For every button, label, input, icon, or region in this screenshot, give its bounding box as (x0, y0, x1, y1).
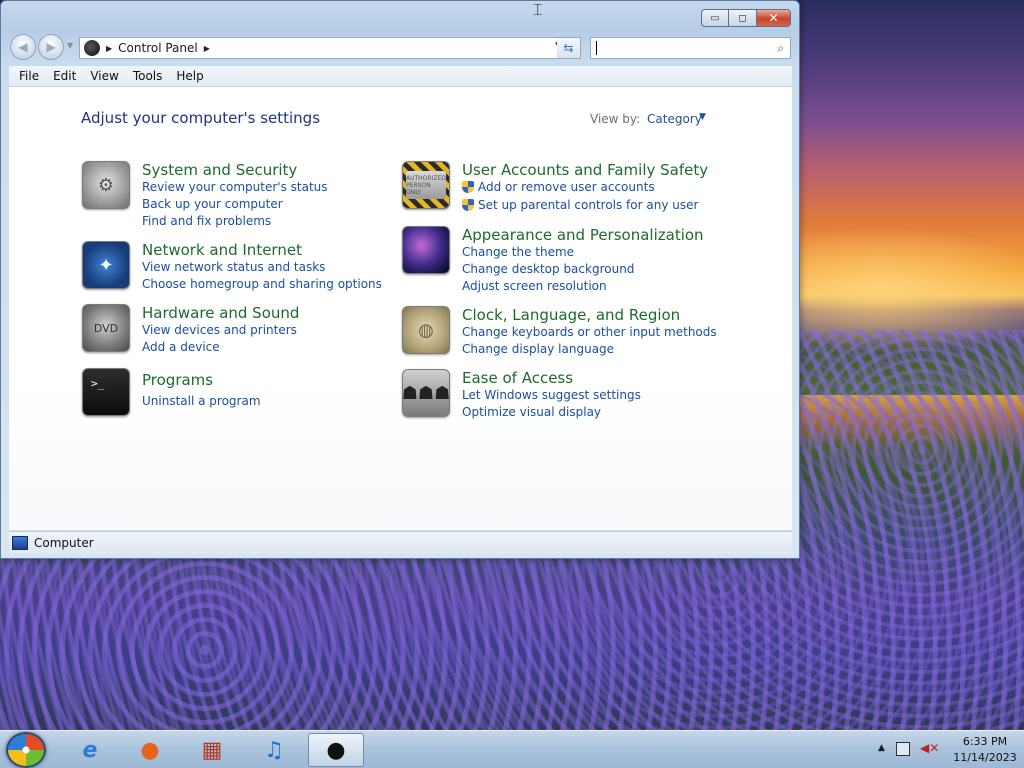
category-title[interactable]: Clock, Language, and Region (462, 306, 680, 324)
breadcrumb-arrow-icon[interactable]: ▶ (204, 44, 210, 53)
link-label: Set up parental controls for any user (478, 198, 699, 212)
window-controls: ▭ ◻ ✕ (701, 9, 791, 27)
link-screen-resolution[interactable]: Adjust screen resolution (462, 279, 607, 293)
breadcrumb-arrow-icon[interactable]: ▶ (106, 44, 112, 53)
view-by-dropdown[interactable]: Category (647, 112, 702, 126)
music-icon[interactable]: ♫ (246, 733, 302, 767)
link-change-theme[interactable]: Change the theme (462, 245, 574, 259)
menu-edit[interactable]: Edit (53, 69, 76, 83)
id-card-icon[interactable]: AUTHORIZED PERSON ONLY (402, 161, 450, 209)
control-panel-window: ▭ ◻ ✕ ◀ ▶ ▼ ▶ Control Panel ▶ ▼ ⇆ ⌕ File… (0, 0, 800, 559)
link-keyboards[interactable]: Change keyboards or other input methods (462, 325, 717, 339)
control-panel-icon (84, 40, 100, 56)
network-icon[interactable] (896, 742, 910, 756)
link-devices-printers[interactable]: View devices and printers (142, 323, 297, 337)
menu-bar: File Edit View Tools Help (9, 66, 792, 87)
category-title[interactable]: Ease of Access (462, 369, 573, 387)
taskbar: e ● ▦ ♫ ● ▲ ◀✕ 6:33 PM 11/14/2023 (0, 730, 1024, 768)
link-add-remove-users[interactable]: Add or remove user accounts (462, 180, 655, 194)
status-text: Computer (34, 536, 94, 550)
store-icon[interactable]: ▦ (184, 733, 240, 767)
menu-tools[interactable]: Tools (133, 69, 163, 83)
recent-pages-dropdown-icon[interactable]: ▼ (67, 41, 73, 50)
wallpaper-icon[interactable] (402, 226, 450, 274)
search-input[interactable]: ⌕ (590, 37, 791, 59)
navigation-bar: ◀ ▶ ▼ ▶ Control Panel ▶ ▼ ⇆ ⌕ (10, 34, 791, 60)
category-title[interactable]: Appearance and Personalization (462, 226, 704, 244)
category-title[interactable]: System and Security (142, 161, 297, 179)
link-desktop-background[interactable]: Change desktop background (462, 262, 634, 276)
mouse-cursor-icon: ⌶ (533, 0, 543, 19)
link-label: Add or remove user accounts (478, 180, 655, 194)
link-review-status[interactable]: Review your computer's status (142, 180, 328, 194)
breadcrumb-control-panel[interactable]: Control Panel (118, 41, 198, 55)
link-uninstall[interactable]: Uninstall a program (142, 394, 261, 408)
category-title[interactable]: Network and Internet (142, 241, 302, 259)
search-icon[interactable]: ⌕ (777, 41, 784, 56)
dvd-icon[interactable]: DVD (82, 304, 130, 352)
control-panel-icon[interactable]: ● (308, 733, 364, 767)
internet-explorer-icon[interactable]: e (62, 733, 118, 767)
people-icon[interactable]: ☗☗☗ (402, 369, 450, 417)
firefox-icon[interactable]: ● (122, 733, 178, 767)
start-button[interactable] (6, 732, 46, 768)
clock-time[interactable]: 6:33 PM (950, 735, 1020, 748)
uac-shield-icon (462, 199, 474, 211)
computer-icon (12, 536, 28, 550)
vault-icon[interactable]: ⚙ (82, 161, 130, 209)
view-by-dropdown-icon[interactable]: ▼ (699, 112, 706, 122)
refresh-icon: ⇆ (563, 41, 574, 55)
forward-button[interactable]: ▶ (38, 34, 64, 60)
link-back-up[interactable]: Back up your computer (142, 197, 283, 211)
category-title[interactable]: User Accounts and Family Safety (462, 161, 708, 179)
menu-file[interactable]: File (19, 69, 39, 83)
back-button[interactable]: ◀ (10, 34, 36, 60)
forward-arrow-icon: ▶ (46, 40, 56, 54)
maximize-button[interactable]: ◻ (729, 9, 757, 27)
link-suggest-settings[interactable]: Let Windows suggest settings (462, 388, 641, 402)
menu-help[interactable]: Help (176, 69, 203, 83)
link-add-device[interactable]: Add a device (142, 340, 220, 354)
volume-muted-icon[interactable]: ◀✕ (920, 741, 939, 755)
category-title[interactable]: Hardware and Sound (142, 304, 299, 322)
control-panel-content: Adjust your computer's settings View by:… (9, 87, 792, 530)
clock-date[interactable]: 11/14/2023 (950, 751, 1020, 764)
menu-view[interactable]: View (90, 69, 118, 83)
category-title[interactable]: Programs (142, 371, 213, 389)
status-bar: Computer (9, 531, 792, 554)
link-network-status[interactable]: View network status and tasks (142, 260, 325, 274)
back-arrow-icon: ◀ (18, 40, 28, 54)
page-title: Adjust your computer's settings (81, 109, 321, 127)
view-by-label: View by: (590, 112, 641, 126)
show-hidden-icons-icon[interactable]: ▲ (878, 743, 885, 753)
uac-shield-icon (462, 181, 474, 193)
compass-icon[interactable]: ✦ (82, 241, 130, 289)
terminal-icon[interactable]: >_ (82, 368, 130, 416)
close-button[interactable]: ✕ (757, 9, 791, 27)
address-bar[interactable]: ▶ Control Panel ▶ ▼ (79, 37, 567, 59)
link-parental-controls[interactable]: Set up parental controls for any user (462, 198, 698, 212)
link-display-language[interactable]: Change display language (462, 342, 614, 356)
link-homegroup[interactable]: Choose homegroup and sharing options (142, 277, 382, 291)
system-tray: ▲ ◀✕ 6:33 PM 11/14/2023 (864, 731, 1024, 768)
refresh-button[interactable]: ⇆ (557, 37, 581, 59)
link-find-fix[interactable]: Find and fix problems (142, 214, 271, 228)
link-visual-display[interactable]: Optimize visual display (462, 405, 601, 419)
minimize-button[interactable]: ▭ (701, 9, 729, 27)
map-icon[interactable]: ◍ (402, 306, 450, 354)
id-card-label: AUTHORIZED PERSON ONLY (406, 171, 446, 199)
text-caret (596, 41, 597, 55)
